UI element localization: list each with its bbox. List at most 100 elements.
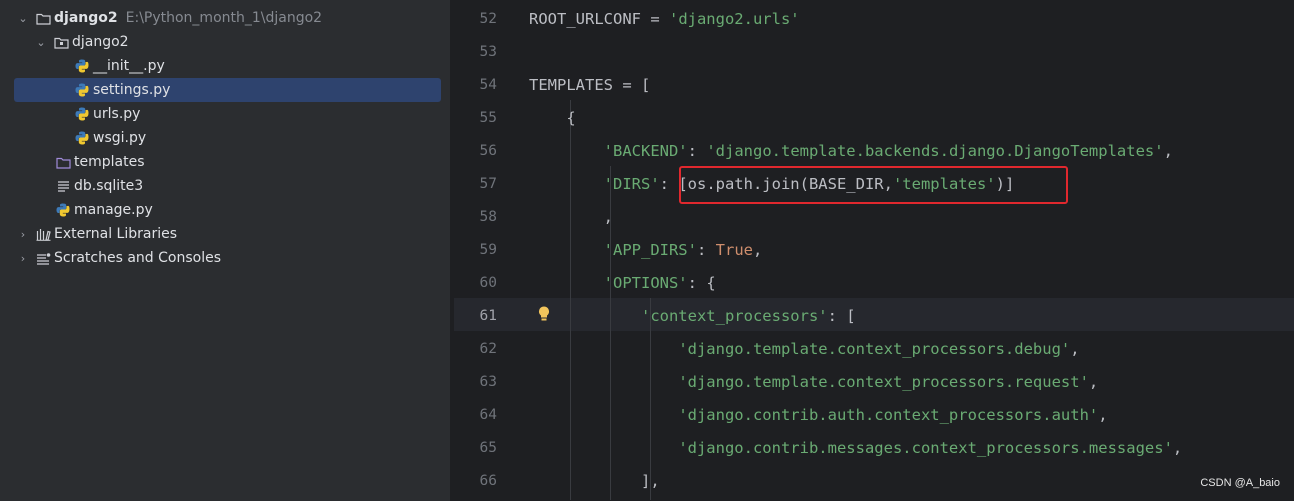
tree-item-label: wsgi.py [93, 130, 147, 146]
annotation-highlight-box [679, 166, 1068, 204]
code-line[interactable]: 63 'django.template.context_processors.r… [454, 365, 1294, 398]
line-number: 55 [479, 109, 497, 126]
string-token: 'django.template.backends.django.DjangoT… [706, 141, 1164, 160]
code-token: ROOT_URLCONF = [529, 9, 669, 28]
code-text: , [529, 208, 613, 226]
code-token: , [1172, 438, 1183, 457]
scratches-icon [35, 250, 51, 266]
tree-row-db-sqlite3[interactable]: db.sqlite3 [0, 174, 450, 198]
tree-row-urls-py[interactable]: urls.py [0, 102, 450, 126]
python-file-icon [74, 58, 90, 74]
tree-item-label: urls.py [93, 106, 141, 122]
tree-row-settings-py[interactable]: settings.py [0, 78, 450, 102]
tree-item-label: External Libraries [54, 226, 177, 242]
root-project-path: E:\Python_month_1\django2 [125, 10, 323, 26]
tree-item-label: __init__.py [93, 58, 165, 74]
code-text: 'APP_DIRS': True, [529, 240, 763, 259]
code-line[interactable]: 59 'APP_DIRS': True, [454, 233, 1294, 266]
line-number: 61 [479, 307, 497, 324]
string-token: 'django.template.context_processors.debu… [678, 339, 1071, 358]
python-file-icon [55, 202, 71, 218]
code-token: : { [687, 273, 716, 292]
line-number: 66 [479, 472, 497, 489]
code-token: : [696, 240, 716, 259]
code-text: 'BACKEND': 'django.template.backends.dja… [529, 142, 1173, 160]
string-token: 'django2.urls' [668, 9, 800, 28]
tree-item-label: manage.py [74, 202, 153, 218]
code-line[interactable]: 61 'context_processors': [ [454, 299, 1294, 332]
library-icon [35, 226, 51, 242]
tree-row-root[interactable]: ⌄ django2 E:\Python_month_1\django2 [0, 6, 450, 30]
string-token: 'django.template.context_processors.requ… [678, 372, 1089, 391]
code-line[interactable]: 52 ROOT_URLCONF = 'django2.urls' [454, 2, 1294, 35]
code-line[interactable]: 60 'OPTIONS': { [454, 266, 1294, 299]
code-token: : [687, 141, 707, 160]
project-tree-panel: ⌄ django2 E:\Python_month_1\django2 ⌄ dj… [0, 0, 450, 501]
code-line[interactable]: 56 'BACKEND': 'django.template.backends.… [454, 134, 1294, 167]
code-token: , [1070, 339, 1080, 358]
code-token: TEMPLATES = [ [529, 75, 651, 94]
string-token: 'DIRS' [603, 174, 660, 193]
line-number: 57 [479, 175, 497, 192]
chevron-right-icon[interactable]: › [15, 228, 31, 241]
root-project-name: django2 [54, 10, 118, 26]
code-line[interactable]: 54 TEMPLATES = [ [454, 68, 1294, 101]
code-token: , [529, 207, 613, 226]
code-text: 'django.template.context_processors.debu… [529, 339, 1080, 358]
code-token: ], [529, 471, 660, 490]
lightbulb-icon[interactable] [536, 305, 552, 323]
tree-row-scratches[interactable]: › Scratches and Consoles [0, 246, 450, 270]
code-text: TEMPLATES = [ [529, 76, 650, 94]
code-text: 'OPTIONS': { [529, 274, 716, 292]
line-number: 58 [479, 208, 497, 225]
string-token: 'APP_DIRS' [603, 240, 697, 259]
line-number: 64 [479, 406, 497, 423]
string-token: 'OPTIONS' [603, 273, 688, 292]
code-editor[interactable]: 52 ROOT_URLCONF = 'django2.urls' 53 54 TEMPL… [454, 0, 1294, 501]
code-text: ROOT_URLCONF = 'django2.urls' [529, 10, 800, 28]
code-text: 'django.template.context_processors.requ… [529, 373, 1098, 391]
code-token: , [1163, 141, 1173, 160]
tree-item-label: Scratches and Consoles [54, 250, 221, 266]
tree-row-external-libraries[interactable]: › External Libraries [0, 222, 450, 246]
code-text: 'django.contrib.messages.context_process… [529, 439, 1182, 457]
tree-row-django2-package[interactable]: ⌄ django2 [0, 30, 450, 54]
code-token: { [529, 108, 576, 127]
code-text: 'context_processors': [ [529, 307, 856, 325]
tree-row-manage-py[interactable]: manage.py [0, 198, 450, 222]
tree-row-templates[interactable]: templates [0, 150, 450, 174]
tree-row-wsgi-py[interactable]: wsgi.py [0, 126, 450, 150]
tree-row-init-py[interactable]: __init__.py [0, 54, 450, 78]
line-number: 63 [479, 373, 497, 390]
code-line[interactable]: 65 'django.contrib.messages.context_proc… [454, 431, 1294, 464]
code-line[interactable]: 53 [454, 35, 1294, 68]
code-line[interactable]: 62 'django.template.context_processors.d… [454, 332, 1294, 365]
code-line[interactable]: 58 , [454, 200, 1294, 233]
line-number: 54 [479, 76, 497, 93]
line-number: 52 [479, 10, 497, 27]
line-number: 62 [479, 340, 497, 357]
line-number: 65 [479, 439, 497, 456]
code-token: : [ [827, 306, 856, 325]
chevron-down-icon[interactable]: ⌄ [15, 12, 31, 25]
line-number: 56 [479, 142, 497, 159]
code-line[interactable]: 66 ], [454, 464, 1294, 497]
code-line[interactable]: 64 'django.contrib.auth.context_processo… [454, 398, 1294, 431]
watermark: CSDN @A_baio [1200, 477, 1280, 489]
line-number: 59 [479, 241, 497, 258]
code-token: , [1088, 372, 1099, 391]
tree-item-label: settings.py [93, 82, 171, 98]
code-line[interactable]: 55 { [454, 101, 1294, 134]
line-number: 60 [479, 274, 497, 291]
folder-icon [35, 10, 51, 26]
python-file-icon [74, 130, 90, 146]
chevron-right-icon[interactable]: › [15, 252, 31, 265]
chevron-down-icon[interactable]: ⌄ [33, 36, 49, 49]
string-token: 'django.contrib.messages.context_process… [678, 438, 1173, 457]
